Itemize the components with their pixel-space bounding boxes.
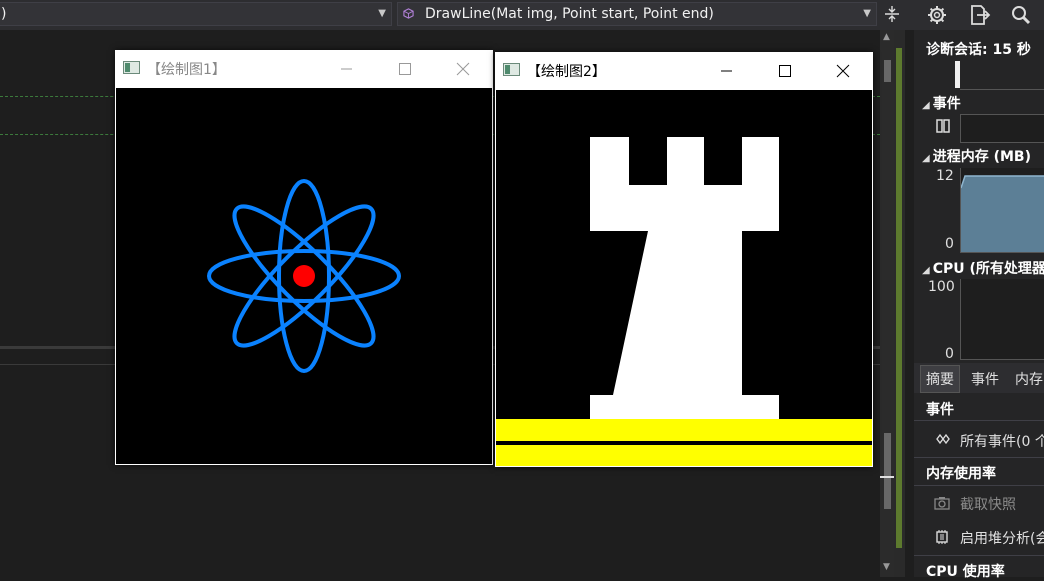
pause-columns-icon[interactable] bbox=[936, 119, 950, 133]
scroll-position-marker bbox=[880, 476, 894, 478]
memory-axis-max: 12 bbox=[936, 168, 954, 184]
heap-chip-icon bbox=[936, 530, 948, 544]
memory-graph bbox=[960, 168, 1044, 253]
scope-dropdown[interactable]: ) ▼ bbox=[0, 2, 392, 26]
chevron-down-icon: ▼ bbox=[378, 8, 386, 19]
section-divider bbox=[914, 420, 1044, 421]
rook-shape bbox=[590, 137, 779, 419]
take-snapshot-button[interactable]: 截取快照 bbox=[960, 494, 1016, 514]
function-dropdown[interactable]: DrawLine(Mat img, Point start, Point end… bbox=[397, 2, 877, 26]
cpu-graph bbox=[960, 279, 1044, 360]
ground-stripe-bottom bbox=[496, 445, 872, 466]
window-1-titlebar[interactable]: 【绘制图1】 bbox=[115, 50, 493, 88]
window-2-canvas bbox=[496, 90, 872, 466]
scroll-thumb-lower[interactable] bbox=[884, 433, 891, 509]
memory-header[interactable]: ◢ 进程内存 (MB) bbox=[922, 146, 1031, 166]
minimize-icon[interactable] bbox=[704, 52, 748, 90]
all-events-link[interactable]: 所有事件(0 个 bbox=[960, 431, 1044, 451]
section-divider bbox=[914, 485, 1044, 486]
events-diamond-icon bbox=[936, 433, 950, 445]
scroll-thumb[interactable] bbox=[884, 60, 891, 82]
scroll-down-icon[interactable]: ▼ bbox=[883, 562, 890, 572]
memory-axis-min: 0 bbox=[945, 236, 954, 252]
window-1-title: 【绘制图1】 bbox=[147, 62, 226, 78]
app-window-icon bbox=[503, 63, 520, 76]
function-dropdown-value: DrawLine(Mat img, Point start, Point end… bbox=[425, 6, 714, 22]
maximize-icon[interactable] bbox=[762, 52, 806, 90]
close-icon[interactable] bbox=[441, 50, 485, 88]
scroll-up-icon[interactable]: ▲ bbox=[883, 32, 890, 42]
events-header[interactable]: ◢ 事件 bbox=[922, 93, 961, 113]
tab-memory[interactable]: 内存 bbox=[1015, 369, 1043, 389]
cpu-usage-section-title: CPU 使用率 bbox=[926, 564, 1005, 580]
cpu-axis-min: 0 bbox=[945, 346, 954, 362]
tab-summary[interactable]: 摘要 bbox=[920, 365, 960, 393]
timeline-cursor[interactable] bbox=[955, 61, 960, 88]
draw-window-1: 【绘制图1】 bbox=[115, 50, 493, 465]
session-label: 诊断会话: 15 秒 bbox=[926, 42, 1031, 58]
cpu-header[interactable]: ◢ CPU (所有处理器 bbox=[922, 258, 1044, 278]
collapse-triangle-icon: ◢ bbox=[922, 100, 930, 111]
window-1-canvas bbox=[116, 88, 492, 464]
top-toolbar: ) ▼ DrawLine(Mat img, Point start, Point… bbox=[0, 0, 1044, 30]
split-view-button[interactable] bbox=[879, 2, 905, 26]
ground-stripe-top bbox=[496, 419, 872, 441]
cpu-axis-max: 100 bbox=[928, 279, 955, 295]
enable-heap-profiling[interactable]: 启用堆分析(会 bbox=[960, 528, 1044, 548]
section-divider bbox=[914, 457, 1044, 458]
section-divider bbox=[914, 555, 1044, 556]
atom-core bbox=[293, 265, 315, 287]
window-2-titlebar[interactable]: 【绘制图2】 bbox=[495, 52, 873, 90]
draw-window-2: 【绘制图2】 bbox=[495, 52, 873, 467]
atom-drawing bbox=[207, 179, 401, 373]
minimize-icon[interactable] bbox=[324, 50, 368, 88]
timeline-ruler bbox=[960, 61, 1044, 90]
editor-scrollbar[interactable]: ▲ ▼ bbox=[880, 30, 894, 577]
diagnostics-panel: 诊断会话: 15 秒 ◢ 事件 ◢ 进程内存 (MB) 12 0 ◢ CPU (所有处… bbox=[914, 30, 1044, 580]
change-indicator bbox=[896, 48, 902, 548]
events-section-title: 事件 bbox=[926, 402, 954, 418]
maximize-icon[interactable] bbox=[382, 50, 426, 88]
gear-icon[interactable] bbox=[924, 3, 950, 27]
chevron-down-icon: ▼ bbox=[863, 8, 871, 19]
camera-icon bbox=[934, 497, 950, 510]
tab-events[interactable]: 事件 bbox=[971, 369, 999, 389]
collapse-triangle-icon: ◢ bbox=[922, 265, 930, 276]
magnifier-icon[interactable] bbox=[1008, 3, 1034, 27]
export-icon[interactable] bbox=[966, 3, 992, 27]
split-view-icon bbox=[885, 6, 899, 22]
collapse-triangle-icon: ◢ bbox=[922, 153, 930, 164]
events-track bbox=[960, 114, 1044, 143]
method-cube-icon bbox=[403, 8, 414, 19]
scope-dropdown-value: ) bbox=[1, 6, 7, 22]
window-2-title: 【绘制图2】 bbox=[527, 64, 606, 80]
rook-drawing bbox=[496, 137, 872, 466]
close-icon[interactable] bbox=[821, 52, 865, 90]
app-window-icon bbox=[123, 61, 140, 74]
memory-usage-section-title: 内存使用率 bbox=[926, 466, 996, 482]
memory-usage-area bbox=[960, 175, 1044, 252]
